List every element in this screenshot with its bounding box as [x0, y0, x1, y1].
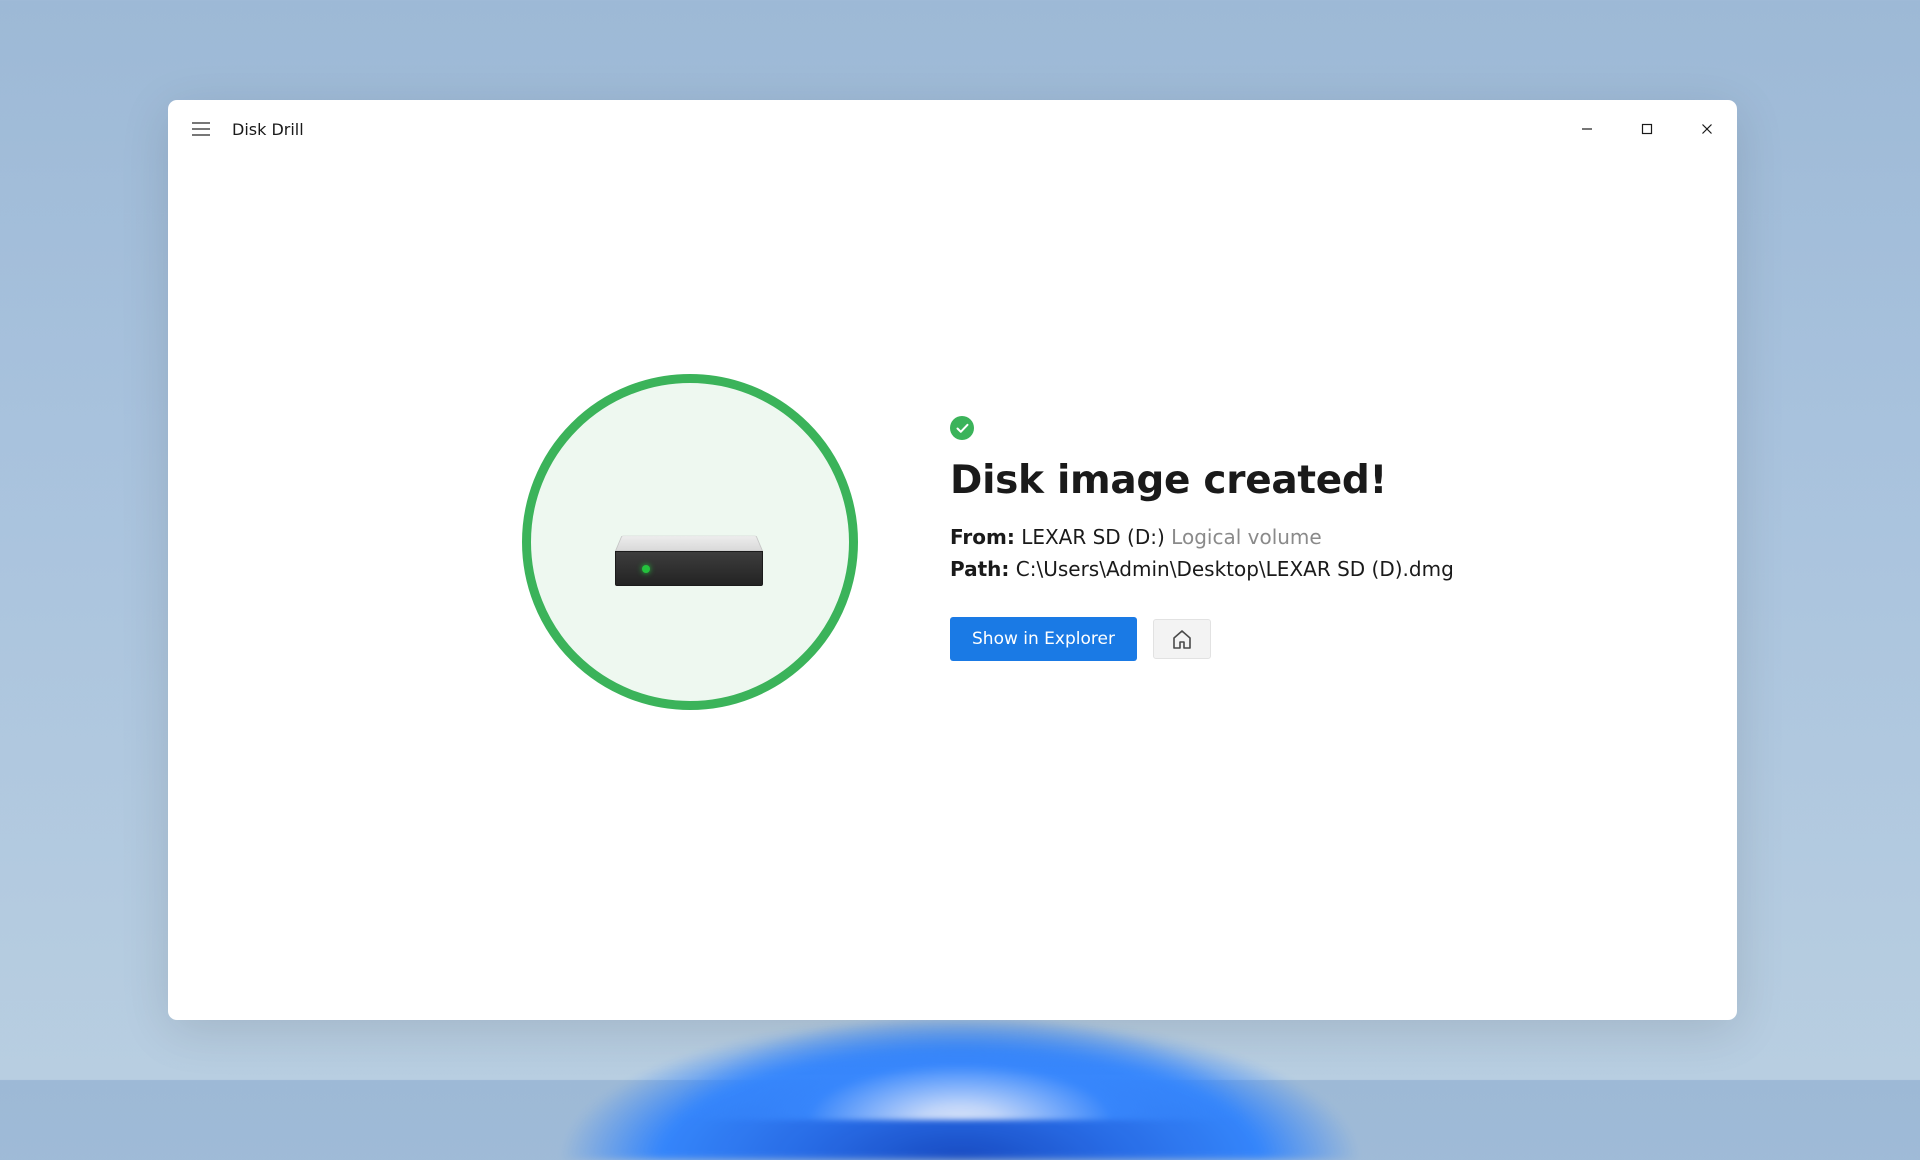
app-window: Disk Drill — [168, 100, 1737, 1020]
action-row: Show in Explorer — [950, 617, 1454, 661]
window-controls — [1557, 100, 1737, 158]
close-button[interactable] — [1677, 100, 1737, 158]
from-kind: Logical volume — [1171, 525, 1322, 549]
close-icon — [1701, 123, 1713, 135]
success-check-icon — [950, 416, 974, 440]
maximize-icon — [1641, 123, 1653, 135]
result-info: Disk image created! From: LEXAR SD (D:) … — [950, 374, 1454, 661]
home-icon — [1171, 629, 1193, 650]
minimize-button[interactable] — [1557, 100, 1617, 158]
home-button[interactable] — [1153, 619, 1211, 659]
success-graphic — [522, 374, 858, 710]
from-value: LEXAR SD (D:) — [1021, 525, 1165, 549]
titlebar: Disk Drill — [168, 100, 1737, 158]
from-label: From: — [950, 525, 1015, 549]
hamburger-icon — [192, 122, 210, 136]
from-row: From: LEXAR SD (D:) Logical volume — [950, 525, 1454, 549]
show-in-explorer-button[interactable]: Show in Explorer — [950, 617, 1137, 661]
app-title: Disk Drill — [232, 120, 304, 139]
content-area: Disk image created! From: LEXAR SD (D:) … — [168, 158, 1737, 1020]
path-label: Path: — [950, 557, 1009, 581]
result-headline: Disk image created! — [950, 458, 1454, 503]
maximize-button[interactable] — [1617, 100, 1677, 158]
path-value: C:\Users\Admin\Desktop\LEXAR SD (D).dmg — [1016, 557, 1454, 581]
minimize-icon — [1581, 123, 1593, 135]
disk-drive-icon — [615, 521, 765, 587]
path-row: Path: C:\Users\Admin\Desktop\LEXAR SD (D… — [950, 557, 1454, 581]
menu-button[interactable] — [184, 112, 218, 146]
